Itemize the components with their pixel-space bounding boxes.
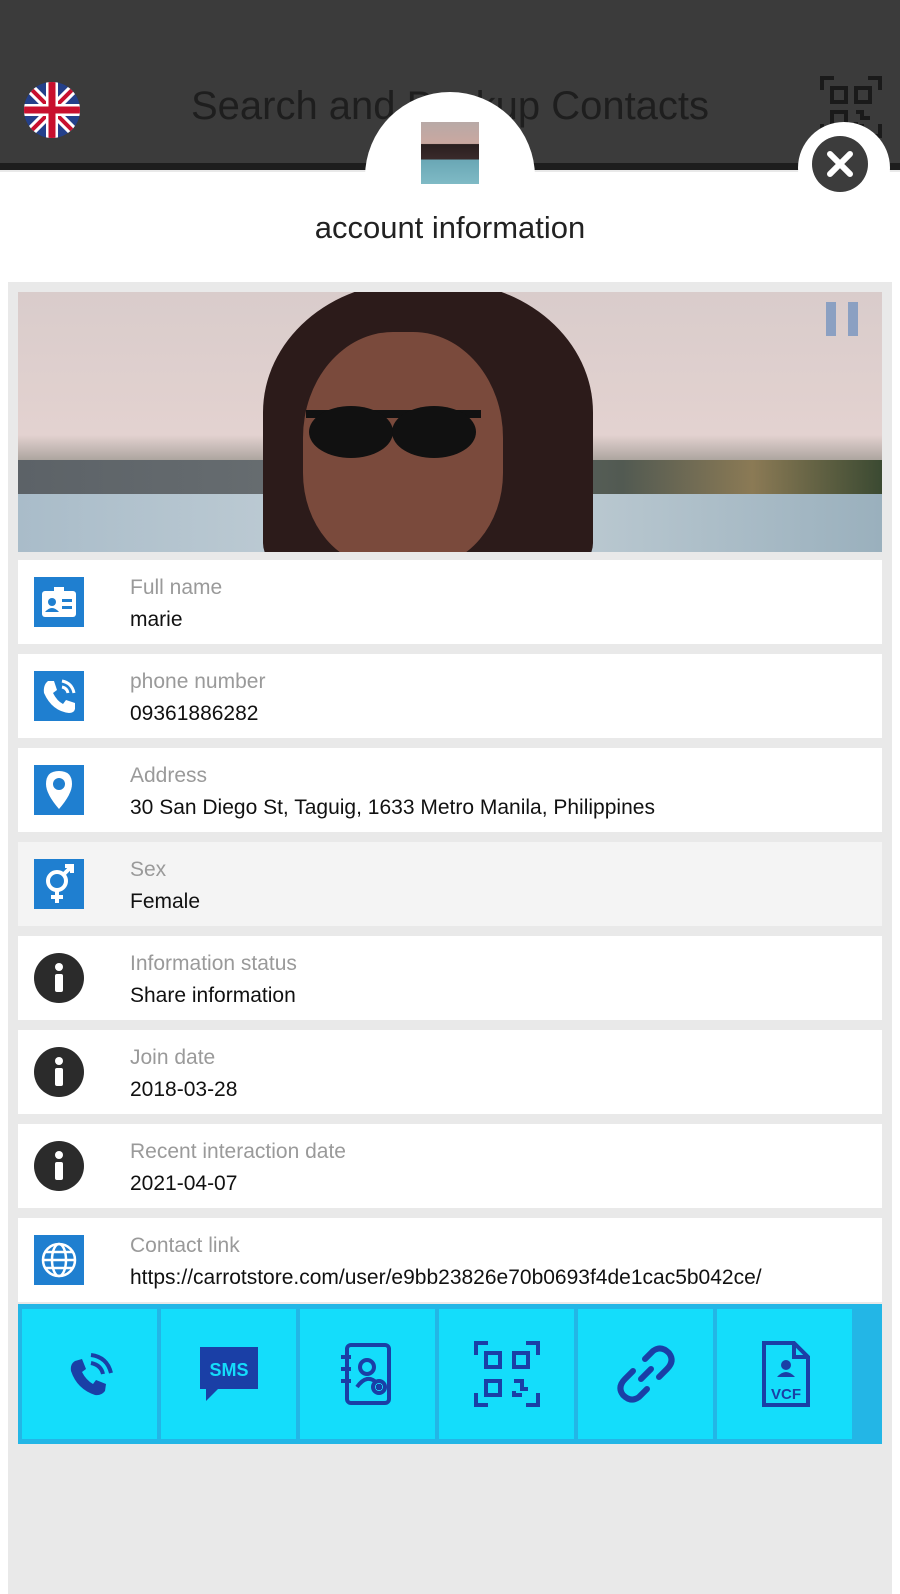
field-value: 2018-03-28 [130, 1078, 238, 1101]
close-icon[interactable] [812, 136, 868, 192]
field-sex: Sex Female [18, 842, 882, 926]
banner-sunglasses [306, 406, 481, 458]
info-icon [34, 1047, 84, 1097]
vcf-file-icon: VCF [761, 1341, 810, 1407]
field-join-date: Join date 2018-03-28 [18, 1030, 882, 1114]
field-address[interactable]: Address 30 San Diego St, Taguig, 1633 Me… [18, 748, 882, 832]
call-icon [70, 1353, 113, 1396]
location-pin-icon [34, 765, 84, 815]
field-label: Full name [130, 576, 223, 599]
field-value: Female [130, 890, 201, 913]
field-label: Contact link [130, 1234, 240, 1257]
sms-button[interactable]: SMS [161, 1309, 296, 1439]
info-icon [34, 953, 84, 1003]
field-phone-number[interactable]: phone number 09361886282 [18, 654, 882, 738]
sms-icon: SMS [199, 1347, 258, 1401]
info-icon [34, 1141, 84, 1191]
qr-code-icon [473, 1341, 540, 1407]
field-recent-interaction-date: Recent interaction date 2021-04-07 [18, 1124, 882, 1208]
banner-window [826, 302, 836, 336]
field-label: Address [130, 764, 208, 787]
sms-icon-text: SMS [209, 1360, 248, 1380]
field-information-status: Information status Share information [18, 936, 882, 1020]
vcf-icon-text: VCF [771, 1386, 801, 1403]
copy-link-button[interactable] [578, 1309, 713, 1439]
account-content: Full name marie phone number 09361886282… [8, 282, 892, 1594]
field-label: Recent interaction date [130, 1140, 346, 1163]
close-button[interactable] [798, 122, 890, 214]
add-contact-icon [340, 1343, 391, 1405]
field-label: phone number [130, 670, 266, 693]
field-value: 2021-04-07 [130, 1172, 238, 1195]
field-label: Join date [130, 1046, 216, 1069]
id-card-icon [34, 577, 84, 627]
banner-window [848, 302, 858, 336]
field-label: Information status [130, 952, 297, 975]
phone-icon [34, 671, 84, 721]
call-button[interactable] [22, 1309, 157, 1439]
field-value: https://carrotstore.com/user/e9bb23826e7… [130, 1266, 762, 1289]
field-value: Share information [130, 984, 296, 1007]
qr-code-button[interactable] [439, 1309, 574, 1439]
dialog-title: account information [314, 210, 586, 245]
globe-icon [34, 1235, 84, 1285]
field-value: 09361886282 [130, 702, 259, 725]
add-contact-button[interactable] [300, 1309, 435, 1439]
field-full-name: Full name marie [18, 560, 882, 644]
field-label: Sex [130, 858, 167, 881]
field-value: 30 San Diego St, Taguig, 1633 Metro Mani… [130, 796, 655, 819]
field-contact-link[interactable]: Contact link https://carrotstore.com/use… [18, 1218, 882, 1302]
link-icon [616, 1345, 675, 1403]
profile-banner-image [18, 292, 882, 552]
action-bar: SMS VCF [18, 1304, 882, 1444]
avatar [421, 122, 479, 184]
field-value: marie [130, 608, 183, 631]
vcf-export-button[interactable]: VCF [717, 1309, 852, 1439]
gender-icon [34, 859, 84, 909]
